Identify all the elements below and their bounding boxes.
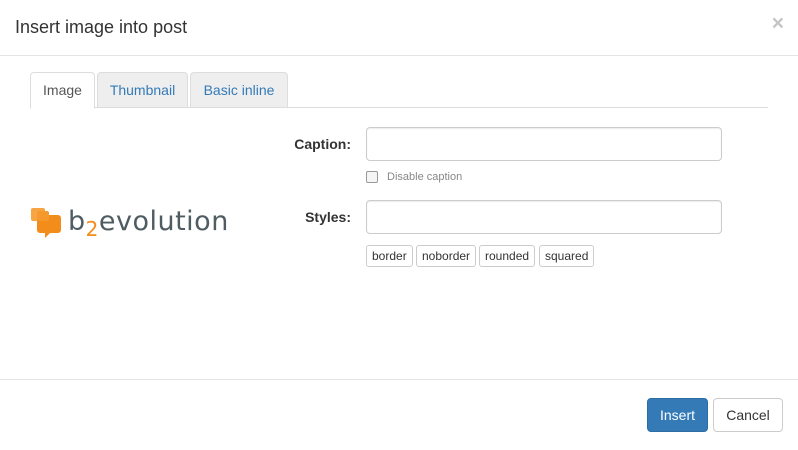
style-noborder-button[interactable]: noborder — [416, 245, 477, 267]
dialog-title: Insert image into post — [15, 17, 188, 37]
logo-wordmark: b2evolution — [68, 206, 229, 241]
chat-bubbles-icon — [31, 208, 61, 238]
styles-label: Styles: — [305, 209, 351, 225]
caption-input[interactable] — [366, 127, 722, 161]
styles-input[interactable] — [366, 200, 722, 234]
disable-caption-label[interactable]: Disable caption — [387, 170, 462, 184]
tab-thumbnail[interactable]: Thumbnail — [97, 72, 188, 108]
insert-button[interactable]: Insert — [647, 398, 708, 432]
tab-basic-inline[interactable]: Basic inline — [190, 72, 288, 108]
caption-label: Caption: — [294, 136, 351, 152]
style-squared-button[interactable]: squared — [539, 245, 595, 267]
style-border-button[interactable]: border — [366, 245, 413, 267]
b2evolution-logo: b2evolution — [30, 204, 230, 241]
dialog-header: Insert image into post × — [0, 0, 798, 56]
disable-caption-checkbox[interactable] — [366, 171, 378, 183]
style-rounded-button[interactable]: rounded — [479, 245, 536, 267]
close-button[interactable]: × — [772, 12, 784, 36]
tab-bar: Image Thumbnail Basic inline — [30, 72, 768, 109]
insert-image-dialog: Insert image into post × Image Thumbnail… — [0, 0, 798, 450]
tab-image[interactable]: Image — [30, 72, 95, 109]
cancel-button[interactable]: Cancel — [713, 398, 783, 432]
